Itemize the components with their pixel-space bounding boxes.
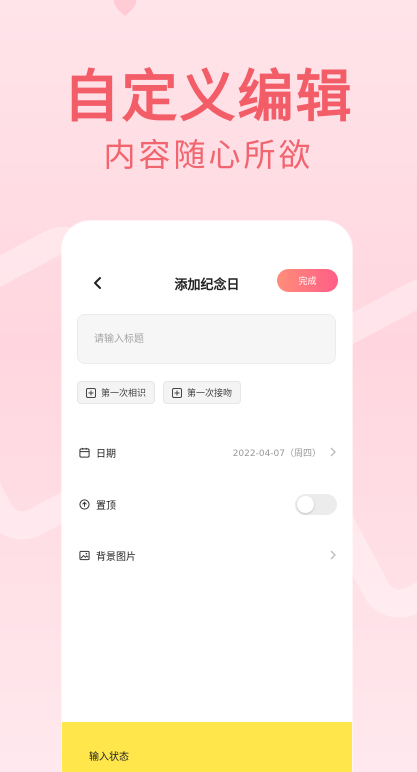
nav-bar: 添加纪念日 完成 (62, 269, 352, 295)
chip-label: 第一次相识 (101, 389, 147, 399)
pin-row: 置顶 (79, 493, 337, 515)
arrow-up-circle-icon (79, 498, 90, 510)
input-status-label: 输入状态 (89, 752, 129, 763)
chevron-right-icon (330, 550, 336, 560)
title-input[interactable] (77, 314, 336, 364)
date-label: 日期 (96, 448, 116, 460)
phone-screen: 添加纪念日 完成 第一次相识 第一次接吻 日期 2022-04-07（周四） (62, 221, 352, 772)
done-button[interactable]: 完成 (277, 269, 338, 292)
hero-title: 自定义编辑 (63, 65, 354, 130)
chevron-right-icon (330, 447, 336, 457)
background-image-label: 背景图片 (96, 551, 136, 563)
hero-subtitle: 内容随心所欲 (103, 136, 314, 174)
plus-square-icon (172, 387, 183, 398)
quick-title-chips: 第一次相识 第一次接吻 (77, 381, 242, 404)
heart-decoration-icon (113, 0, 137, 16)
image-icon (79, 550, 90, 560)
calendar-icon (79, 447, 90, 458)
pin-label: 置顶 (96, 500, 116, 512)
chip-first-meet[interactable]: 第一次相识 (77, 381, 156, 404)
date-value: 2022-04-07（周四） (232, 448, 321, 459)
input-status-bar[interactable]: 输入状态 (62, 722, 352, 772)
chip-label: 第一次接吻 (187, 389, 233, 399)
plus-square-icon (86, 387, 96, 398)
chip-first-kiss[interactable]: 第一次接吻 (163, 381, 242, 404)
toggle-knob (297, 495, 314, 513)
date-row[interactable]: 日期 2022-04-07（周四） (79, 441, 337, 463)
background-image-row[interactable]: 背景图片 (79, 544, 337, 566)
pin-toggle[interactable] (295, 493, 337, 515)
